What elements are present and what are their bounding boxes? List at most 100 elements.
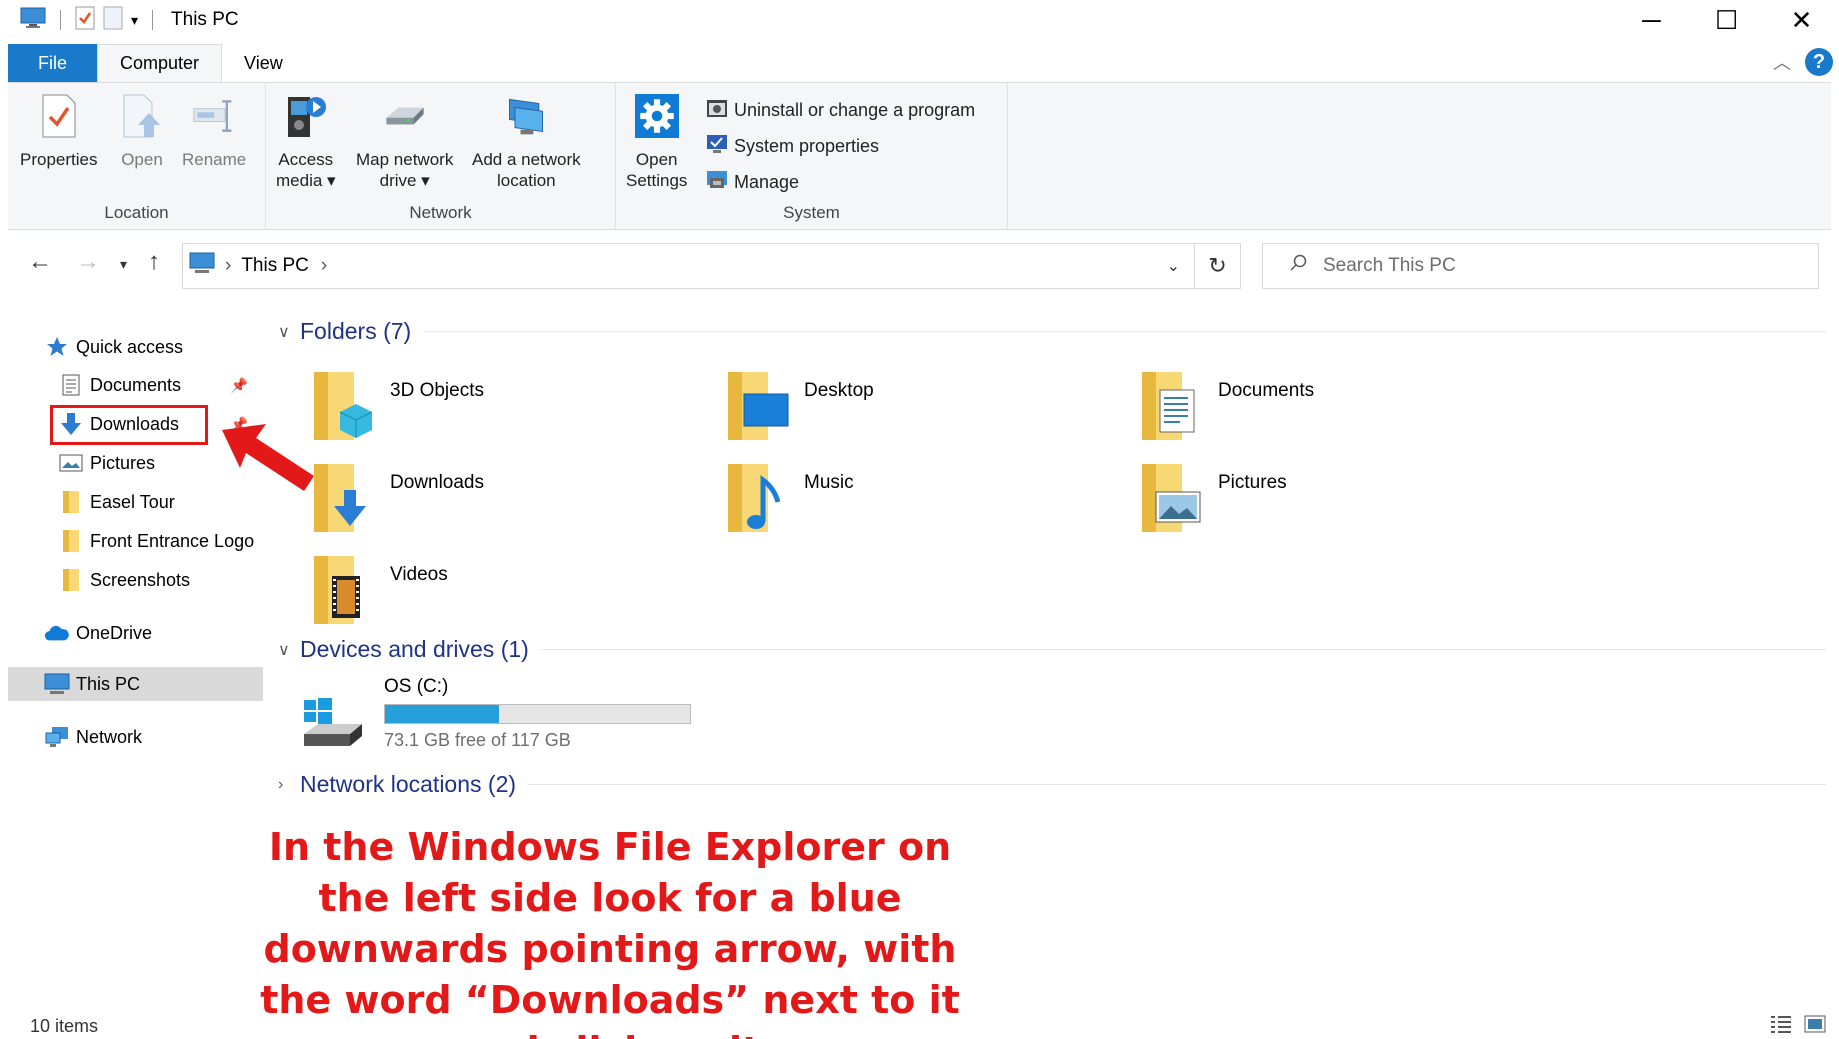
manage-button[interactable]: Manage: [706, 169, 799, 196]
nav-front-entrance-logo[interactable]: Front Entrance Logo: [58, 524, 263, 558]
system-properties-button[interactable]: System properties: [706, 133, 879, 160]
properties-quick-icon[interactable]: [75, 6, 95, 35]
cloud-icon: [44, 621, 70, 645]
folder-3d-objects[interactable]: 3D Objects: [310, 368, 484, 446]
forward-arrow-icon[interactable]: →: [76, 248, 100, 276]
folder-icon: [58, 529, 84, 553]
status-item-count: 10 items: [30, 1016, 99, 1036]
media-icon: [284, 91, 328, 141]
manage-icon: [706, 169, 728, 196]
pin-icon[interactable]: 📌: [231, 377, 248, 394]
uninstall-program-button[interactable]: Uninstall or change a program: [706, 97, 975, 124]
uninstall-icon: [706, 97, 728, 124]
videos-folder-icon: [310, 552, 376, 630]
folders-section-header[interactable]: ∨ Folders (7): [278, 318, 1826, 345]
breadcrumb-this-pc[interactable]: This PC: [241, 255, 309, 277]
nav-this-pc[interactable]: This PC: [8, 667, 263, 701]
system-properties-icon: [706, 133, 728, 160]
address-bar[interactable]: › This PC › ⌄: [182, 243, 1195, 289]
breadcrumb-chevron-icon[interactable]: ›: [321, 255, 327, 277]
quick-access-toolbar: ▾ This PC: [20, 6, 239, 35]
collapse-ribbon-icon[interactable]: ︿: [1773, 49, 1791, 75]
up-arrow-icon[interactable]: ↑: [148, 248, 160, 276]
computer-icon[interactable]: [20, 7, 46, 34]
recent-locations-icon[interactable]: ▾: [120, 256, 127, 273]
help-icon[interactable]: ?: [1805, 48, 1833, 76]
properties-icon: [37, 91, 81, 141]
search-input[interactable]: Search This PC: [1323, 255, 1456, 277]
drive-free-space: 73.1 GB free of 117 GB: [384, 730, 571, 750]
new-folder-quick-icon[interactable]: [103, 6, 123, 35]
rename-icon: [192, 91, 236, 141]
drive-os-c[interactable]: OS (C:) 73.1 GB free of 117 GB: [300, 676, 691, 754]
breadcrumb-separator-icon: ›: [225, 255, 232, 276]
window-title: This PC: [171, 9, 239, 30]
folder-music[interactable]: Music: [724, 460, 854, 538]
customize-dropdown-icon[interactable]: ▾: [131, 12, 138, 29]
open-button[interactable]: Open: [120, 91, 164, 170]
add-network-location-button[interactable]: Add a network location: [472, 91, 581, 191]
back-arrow-icon[interactable]: ←: [28, 248, 52, 276]
folder-desktop[interactable]: Desktop: [724, 368, 874, 446]
folder-downloads[interactable]: Downloads: [310, 460, 484, 538]
maximize-button[interactable]: ☐: [1689, 0, 1764, 40]
minimize-button[interactable]: ─: [1614, 0, 1689, 40]
system-group: Open Settings Uninstall or change a prog…: [616, 83, 1008, 229]
documents-icon: [58, 373, 84, 397]
address-dropdown-icon[interactable]: ⌄: [1167, 256, 1180, 276]
documents-folder-icon: [1138, 368, 1204, 446]
3d-objects-folder-icon: [310, 368, 376, 446]
search-box[interactable]: Search This PC: [1262, 243, 1819, 289]
close-button[interactable]: ✕: [1764, 0, 1839, 40]
system-group-label: System: [783, 203, 840, 222]
network-location-icon: [504, 91, 548, 141]
folder-icon: [58, 568, 84, 592]
navigation-bar: ← → ▾ ↑ › This PC › ⌄ ↻ Search This PC: [0, 240, 1839, 292]
folder-documents[interactable]: Documents: [1138, 368, 1314, 446]
network-group: Access media ▾ Map network drive ▾ Add a…: [266, 83, 616, 229]
ribbon-tabs: File Computer View: [8, 44, 305, 82]
drive-usage-bar: [384, 704, 691, 724]
devices-section-header[interactable]: ∨ Devices and drives (1): [278, 636, 1826, 663]
open-icon: [120, 91, 164, 141]
refresh-icon: ↻: [1208, 253, 1227, 278]
music-folder-icon: [724, 460, 790, 538]
folder-pictures[interactable]: Pictures: [1138, 460, 1287, 538]
downloads-highlight-box: [50, 405, 208, 445]
large-icons-view-icon[interactable]: [1803, 1014, 1827, 1039]
nav-onedrive[interactable]: OneDrive: [44, 616, 264, 650]
access-media-button[interactable]: Access media ▾: [276, 91, 336, 191]
drive-usage-fill: [385, 705, 500, 723]
open-settings-button[interactable]: Open Settings: [626, 91, 687, 191]
drive-label: OS (C:): [384, 676, 449, 697]
ribbon: Properties Open Rename Location Access m…: [8, 82, 1831, 230]
computer-icon: [44, 672, 70, 696]
title-bar: ▾ This PC ─ ☐ ✕: [0, 0, 1839, 40]
details-view-icon[interactable]: [1769, 1014, 1793, 1039]
nav-documents[interactable]: Documents 📌: [58, 368, 260, 402]
tab-file[interactable]: File: [8, 44, 98, 82]
tab-computer[interactable]: Computer: [97, 44, 223, 82]
rename-button[interactable]: Rename: [182, 91, 246, 170]
search-icon: [1289, 254, 1307, 278]
nav-quick-access[interactable]: Quick access: [44, 330, 264, 364]
map-network-drive-button[interactable]: Map network drive ▾: [356, 91, 453, 191]
network-group-label: Network: [409, 203, 472, 222]
network-drive-icon: [383, 91, 427, 141]
downloads-folder-icon: [310, 460, 376, 538]
windows-drive-icon: [300, 676, 384, 754]
refresh-button[interactable]: ↻: [1195, 243, 1241, 289]
network-locations-section-header[interactable]: › Network locations (2): [278, 771, 1826, 798]
chevron-right-icon: ›: [278, 775, 284, 793]
this-pc-icon: [189, 252, 215, 280]
properties-button[interactable]: Properties: [20, 91, 97, 170]
nav-network[interactable]: Network: [44, 720, 264, 754]
star-icon: [44, 335, 70, 359]
chevron-down-icon: ∨: [278, 323, 290, 341]
pictures-icon: [58, 451, 84, 475]
nav-screenshots[interactable]: Screenshots: [58, 563, 263, 597]
tab-view[interactable]: View: [222, 44, 305, 82]
location-group-label: Location: [104, 203, 169, 222]
pictures-folder-icon: [1138, 460, 1204, 538]
folder-videos[interactable]: Videos: [310, 552, 448, 630]
